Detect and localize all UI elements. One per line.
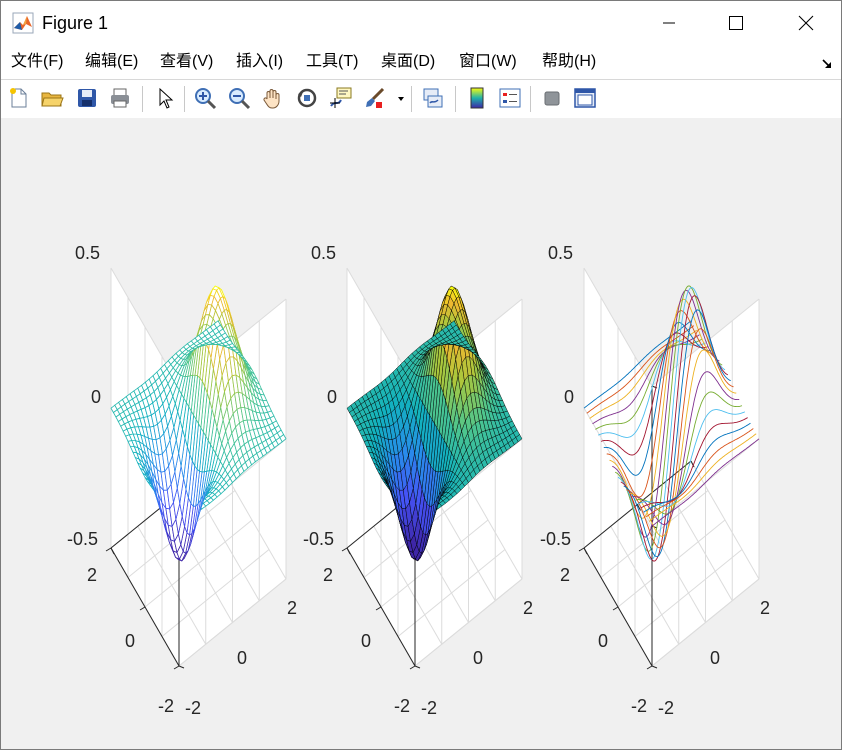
menu-view[interactable]: 查看(V)	[160, 52, 213, 72]
close-icon	[798, 15, 814, 31]
y-tick-mark	[409, 665, 416, 670]
menu-insert[interactable]: 插入(I)	[236, 52, 283, 72]
y-tick-label: 2	[560, 565, 571, 585]
pan-icon[interactable]	[261, 86, 285, 110]
y-tick-label: -2	[158, 696, 175, 716]
toolbar-separator	[455, 86, 456, 112]
z-tick-label: 0	[327, 387, 338, 407]
toolbar-separator	[142, 86, 143, 112]
rotate-3d-icon[interactable]	[295, 86, 319, 110]
y-tick-mark	[139, 606, 146, 611]
title-bar: Figure 1	[1, 1, 841, 45]
z-tick-label: 0.5	[311, 243, 337, 263]
menu-edit[interactable]: 编辑(E)	[85, 52, 138, 72]
z-tick-label: -0.5	[67, 529, 99, 549]
x-tick-label: -2	[658, 698, 675, 718]
figure-canvas[interactable]: 0.5 0 -0.5 2 0 -2 -2 0 2 0.5 0 -0.5 2 0 -2 -2 0 2 0.5 0 -0.5…	[1, 118, 841, 749]
axes-3	[578, 267, 760, 670]
print-icon[interactable]	[108, 86, 132, 110]
toolbar-separator	[184, 86, 185, 112]
legend-icon[interactable]	[498, 86, 522, 110]
hide-plot-tools-icon[interactable]	[540, 86, 564, 110]
x-tick-label: 0	[237, 648, 248, 668]
toolbar-separator	[411, 86, 412, 112]
y-tick-label: 0	[598, 631, 609, 651]
maximize-icon	[728, 15, 744, 31]
x-tick-label: 2	[760, 598, 771, 618]
toolbar-separator	[530, 86, 531, 112]
matlab-icon	[12, 12, 34, 34]
y-tick-mark	[612, 606, 619, 611]
menu-window[interactable]: 窗口(W)	[459, 52, 517, 72]
y-tick-mark	[341, 547, 348, 552]
link-plot-icon[interactable]	[421, 86, 445, 110]
y-tick-label: 0	[361, 631, 372, 651]
axes-2	[341, 267, 523, 670]
x-tick-label: 0	[710, 648, 721, 668]
y-tick-label: 2	[87, 565, 98, 585]
dock-arrow-icon[interactable]	[821, 57, 833, 75]
x-tick-label: 0	[473, 648, 484, 668]
z-tick-mark	[651, 665, 658, 669]
pointer-icon[interactable]	[153, 86, 177, 110]
menu-desktop[interactable]: 桌面(D)	[381, 52, 435, 72]
brush-dropdown-icon[interactable]	[395, 86, 407, 110]
zoom-in-icon[interactable]	[193, 86, 217, 110]
save-icon[interactable]	[75, 86, 99, 110]
z-tick-label: 0	[564, 387, 575, 407]
z-tick-label: 0.5	[548, 243, 574, 263]
brush-icon[interactable]	[363, 86, 387, 110]
colorbar-icon[interactable]	[465, 86, 489, 110]
z-tick-label: -0.5	[303, 529, 335, 549]
y-tick-mark	[173, 665, 180, 670]
open-file-icon[interactable]	[40, 86, 64, 110]
minimize-button[interactable]	[639, 1, 699, 45]
y-tick-mark	[105, 547, 112, 552]
z-tick-label: 0	[91, 387, 102, 407]
x-tick-label: -2	[421, 698, 438, 718]
z-tick-label: -0.5	[540, 529, 572, 549]
menu-bar: 文件(F) 编辑(E) 查看(V) 插入(I) 工具(T) 桌面(D) 窗口(W…	[1, 45, 841, 79]
data-cursor-icon[interactable]	[329, 86, 353, 110]
show-plot-tools-icon[interactable]	[573, 86, 597, 110]
axes-1	[105, 267, 287, 670]
x-tick-label: -2	[185, 698, 202, 718]
zoom-out-icon[interactable]	[227, 86, 251, 110]
y-tick-mark	[646, 665, 653, 670]
maximize-button[interactable]	[706, 1, 766, 45]
x-tick-label: 2	[287, 598, 298, 618]
menu-tools[interactable]: 工具(T)	[306, 52, 358, 72]
window-title: Figure 1	[42, 13, 109, 33]
minimize-icon	[661, 15, 677, 31]
new-figure-icon[interactable]	[7, 86, 31, 110]
y-tick-label: -2	[394, 696, 411, 716]
y-tick-label: 2	[323, 565, 334, 585]
y-tick-label: 0	[125, 631, 136, 651]
menu-file[interactable]: 文件(F)	[11, 52, 63, 72]
z-tick-label: 0.5	[75, 243, 101, 263]
z-tick-mark	[178, 665, 185, 669]
close-button[interactable]	[776, 1, 836, 45]
x-tick-label: 2	[523, 598, 534, 618]
y-tick-mark	[578, 547, 585, 552]
menu-help[interactable]: 帮助(H)	[542, 52, 596, 72]
figure-window: Figure 1 文件(F) 编辑(E) 查看(V) 插入(I) 工具(T) 桌…	[0, 0, 842, 750]
y-tick-mark	[375, 606, 382, 611]
figure-toolbar	[1, 79, 841, 119]
y-tick-label: -2	[631, 696, 648, 716]
z-tick-mark	[414, 665, 421, 669]
